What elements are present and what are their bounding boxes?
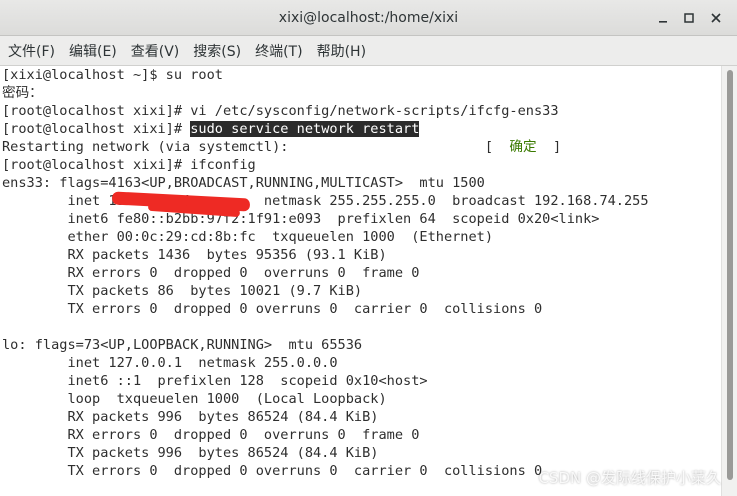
terminal-line: [root@localhost xixi]# vi /etc/sysconfig…: [2, 103, 559, 119]
minimize-icon: [659, 21, 667, 23]
scrollbar-thumb[interactable]: [727, 70, 733, 480]
terminal-line: RX errors 0 dropped 0 overruns 0 frame 0: [2, 427, 420, 443]
prompt-text: [root@localhost xixi]#: [2, 121, 191, 137]
terminal-line: TX packets 996 bytes 86524 (84.4 KiB): [2, 445, 379, 461]
terminal-line: RX packets 996 bytes 86524 (84.4 KiB): [2, 409, 379, 425]
terminal-line: ens33: flags=4163<UP,BROADCAST,RUNNING,M…: [2, 175, 485, 191]
terminal-line: TX errors 0 dropped 0 overruns 0 carrier…: [2, 301, 543, 317]
terminal-line: TX packets 86 bytes 10021 (9.7 KiB): [2, 283, 363, 299]
menu-view[interactable]: 查看(V): [125, 41, 186, 61]
menu-terminal[interactable]: 终端(T): [249, 41, 308, 61]
scrollbar[interactable]: [721, 66, 737, 496]
maximize-icon: [684, 13, 694, 23]
minimize-button[interactable]: [654, 9, 672, 27]
terminal-line: Restarting network (via systemctl): [ 确定…: [2, 138, 561, 156]
menu-file[interactable]: 文件(F): [2, 41, 61, 61]
close-button[interactable]: [707, 9, 725, 27]
title-bar: xixi@localhost:/home/xixi: [0, 0, 737, 36]
terminal-line: RX packets 1436 bytes 95356 (93.1 KiB): [2, 247, 387, 263]
terminal-line: loop txqueuelen 1000 (Local Loopback): [2, 391, 387, 407]
window-title: xixi@localhost:/home/xixi: [278, 10, 459, 26]
terminal-line: ether 00:0c:29:cd:8b:fc txqueuelen 1000 …: [2, 229, 494, 245]
terminal-line: [root@localhost xixi]# ifconfig: [2, 157, 256, 173]
terminal-line: 密码：: [2, 85, 43, 101]
terminal-line: inet 192.168.74. netmask 255.255.255.0 b…: [2, 193, 649, 209]
menu-edit[interactable]: 编辑(E): [63, 41, 123, 61]
terminal-line: TX errors 0 dropped 0 overruns 0 carrier…: [2, 463, 543, 479]
terminal-line: inet 127.0.0.1 netmask 255.0.0.0: [2, 355, 338, 371]
terminal-line: inet6 fe80::b2bb:97f2:1f91:e093 prefixle…: [2, 211, 600, 227]
menu-bar: 文件(F) 编辑(E) 查看(V) 搜索(S) 终端(T) 帮助(H): [0, 36, 737, 66]
status-ok: 确定: [509, 139, 537, 155]
terminal-line: [root@localhost xixi]# sudo service netw…: [2, 120, 420, 138]
terminal-line: RX errors 0 dropped 0 overruns 0 frame 0: [2, 265, 420, 281]
terminal-output[interactable]: [xixi@localhost ~]$ su root 密码： [root@lo…: [0, 66, 721, 496]
terminal-line: inet6 ::1 prefixlen 128 scopeid 0x10<hos…: [2, 373, 428, 389]
terminal-line: [xixi@localhost ~]$ su root: [2, 67, 223, 83]
close-icon: [711, 13, 721, 23]
maximize-button[interactable]: [680, 9, 698, 27]
terminal-line: lo: flags=73<UP,LOOPBACK,RUNNING> mtu 65…: [2, 337, 363, 353]
status-bracket: ]: [536, 139, 562, 155]
watermark: CSDN @发际线保护小菜久: [538, 469, 721, 487]
menu-search[interactable]: 搜索(S): [187, 41, 247, 61]
selected-command: sudo service network restart: [190, 121, 420, 137]
menu-help[interactable]: 帮助(H): [311, 41, 372, 61]
restart-text: Restarting network (via systemctl): [: [2, 139, 510, 155]
